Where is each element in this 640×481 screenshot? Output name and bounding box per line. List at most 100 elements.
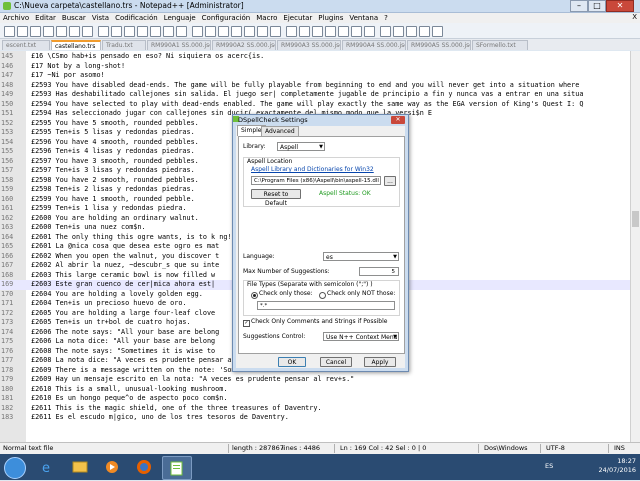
line-text[interactable]: £2611 This is the magic shield, one of t…: [31, 404, 322, 414]
line-text[interactable]: £2594 You have selected to play with dea…: [31, 100, 583, 110]
start-button-icon[interactable]: [4, 457, 26, 479]
tab-document[interactable]: SFormello.txt: [472, 40, 528, 50]
line-text[interactable]: £2604 You are holding a lovely golden eg…: [31, 290, 203, 300]
close-icon[interactable]: [56, 26, 67, 37]
tab-document[interactable]: Tradu.txt: [102, 40, 146, 50]
menu-item[interactable]: Configuración: [199, 13, 254, 23]
max-suggestions-field[interactable]: 5: [359, 267, 399, 276]
tab-document[interactable]: RM990A1 SS.000.json: [147, 40, 211, 50]
stop-macro-icon[interactable]: [364, 26, 375, 37]
close-document-button[interactable]: X: [632, 13, 637, 21]
language-select[interactable]: es ▼: [323, 252, 399, 261]
system-clock[interactable]: 18:27 24/07/2016: [599, 457, 636, 475]
menu-item[interactable]: Buscar: [59, 13, 89, 23]
print-icon[interactable]: [82, 26, 93, 37]
line-text[interactable]: £2600 You are holding an ordinary walnut…: [31, 214, 199, 224]
taskbar-notepadpp-icon[interactable]: [162, 456, 192, 480]
line-text[interactable]: £2600 Ten+is una nuez com$n.: [31, 223, 146, 233]
editor-line[interactable]: 179 £2609 Hay un mensaje escrito en la no…: [0, 375, 630, 385]
reset-default-button[interactable]: Reset to Default: [251, 189, 301, 207]
taskbar-media-icon[interactable]: [98, 456, 126, 478]
tab-advanced[interactable]: Advanced: [261, 126, 299, 136]
line-text[interactable]: £2605 Ten+is un tr+bol de cuatro hojas.: [31, 318, 191, 328]
menu-item[interactable]: Macro: [253, 13, 280, 23]
tab-document[interactable]: escent.txt: [2, 40, 50, 50]
line-text[interactable]: £2597 Ten+is 3 lisas y redondas piedras.: [31, 166, 195, 176]
ok-button[interactable]: OK: [278, 357, 306, 367]
taskbar-firefox-icon[interactable]: [130, 456, 158, 478]
check-comments-checkbox[interactable]: ✓: [243, 320, 250, 327]
record-macro-icon[interactable]: [351, 26, 362, 37]
line-text[interactable]: £2602 Al abrir la nuez, ~descubr_s que s…: [31, 261, 219, 271]
suggestions-control-select[interactable]: Use N++ Context Menu ▼: [323, 332, 399, 341]
line-text[interactable]: £2609 Hay un mensaje escrito en la nota:…: [31, 375, 354, 385]
show-all-chars-icon[interactable]: [257, 26, 268, 37]
line-text[interactable]: £2593 Has deshabilitado callejones sin s…: [31, 90, 583, 100]
editor-line[interactable]: 150 £2594 You have selected to play with …: [0, 100, 630, 110]
aspell-download-link[interactable]: Aspell Library and Dictionaries for Win3…: [251, 166, 374, 174]
taskbar-explorer-icon[interactable]: [66, 456, 94, 478]
tab-document[interactable]: RM990A4 SS.000.json: [342, 40, 406, 50]
close-all-icon[interactable]: [69, 26, 80, 37]
editor-line[interactable]: 181 £2610 Es un hongo peque^o de aspecto …: [0, 394, 630, 404]
file-types-field[interactable]: *.*: [257, 301, 395, 310]
zoom-out-icon[interactable]: [205, 26, 216, 37]
cancel-button[interactable]: Cancel: [320, 357, 352, 367]
line-text[interactable]: £2604 Ten+is un precioso huevo de oro.: [31, 299, 187, 309]
close-button[interactable]: ✕: [606, 0, 634, 12]
editor-line[interactable]: 180 £2610 This is a small, unusual-lookin…: [0, 385, 630, 395]
new-file-icon[interactable]: [4, 26, 15, 37]
save-icon[interactable]: [30, 26, 41, 37]
line-text[interactable]: £2610 This is a small, unusual-looking m…: [31, 385, 227, 395]
browse-button[interactable]: ...: [384, 176, 396, 186]
tab-active-document[interactable]: castellano.trs: [51, 40, 101, 50]
word-wrap-icon[interactable]: [244, 26, 255, 37]
line-text[interactable]: £2598 You have 2 smooth, rounded pebbles…: [31, 176, 199, 186]
doc-map-icon[interactable]: [299, 26, 310, 37]
play-macro-icon[interactable]: [380, 26, 391, 37]
line-text[interactable]: £2603 This large ceramic bowl is now fil…: [31, 271, 215, 281]
line-text[interactable]: £2606 La nota dice: "All your base are b…: [31, 337, 215, 347]
menu-item[interactable]: Editar: [32, 13, 59, 23]
line-text[interactable]: £2596 You have 4 smooth, rounded pebbles…: [31, 138, 199, 148]
monitor-icon[interactable]: [338, 26, 349, 37]
line-text[interactable]: £2595 You have 5 smooth, rounded pebbles…: [31, 119, 199, 129]
find-icon[interactable]: [163, 26, 174, 37]
line-text[interactable]: £2598 Ten+is 2 lisas y redondas piedras.: [31, 185, 195, 195]
line-text[interactable]: £2601 La @nica cosa que desea este ogro …: [31, 242, 219, 252]
redo-icon[interactable]: [150, 26, 161, 37]
lang-define-icon[interactable]: [286, 26, 297, 37]
tab-document[interactable]: RM990A3 SS.000.json: [277, 40, 341, 50]
open-file-icon[interactable]: [17, 26, 28, 37]
sync-h-icon[interactable]: [231, 26, 242, 37]
line-text[interactable]: £2606 The note says: "All your base are …: [31, 328, 219, 338]
line-text[interactable]: £2608 The note says: "Sometimes it is wi…: [31, 347, 215, 357]
scrollbar-thumb[interactable]: [632, 211, 639, 227]
editor-line[interactable]: 146 £17 Not by a long-shot!: [0, 62, 630, 72]
taskbar-ie-icon[interactable]: e: [34, 456, 62, 478]
line-text[interactable]: £2610 Es un hongo peque^o de aspecto poc…: [31, 394, 227, 404]
save-macro-icon[interactable]: [406, 26, 417, 37]
check-only-not-those-radio[interactable]: [319, 292, 326, 299]
menu-item[interactable]: Archivo: [0, 13, 32, 23]
editor-line[interactable]: 148 £2593 You have disabled dead-ends. Th…: [0, 81, 630, 91]
paste-icon[interactable]: [124, 26, 135, 37]
apply-button[interactable]: Apply: [364, 357, 396, 367]
line-text[interactable]: £2597 You have 3 smooth, rounded pebbles…: [31, 157, 199, 167]
dialog-close-button[interactable]: ✕: [391, 116, 405, 124]
replace-icon[interactable]: [176, 26, 187, 37]
play-multiple-icon[interactable]: [393, 26, 404, 37]
input-language-indicator[interactable]: ES: [545, 462, 553, 470]
line-text[interactable]: £2603 Este gran cuenco de cer|mica ahora…: [31, 280, 215, 290]
maximize-button[interactable]: □: [588, 0, 606, 12]
line-text[interactable]: £2602 When you open the walnut, you disc…: [31, 252, 219, 262]
save-all-icon[interactable]: [43, 26, 54, 37]
aspell-path-field[interactable]: C:\Program Files (x86)\Aspell\bin\aspell…: [251, 176, 381, 185]
line-text[interactable]: £2599 Ten+is 1 lisa y redondas piedra.: [31, 204, 187, 214]
menu-item[interactable]: Vista: [89, 13, 112, 23]
line-text[interactable]: £2593 You have disabled dead-ends. The g…: [31, 81, 579, 91]
line-text[interactable]: £2611 Es el escudo m|gico, uno de los tr…: [31, 413, 289, 423]
menu-item[interactable]: Plugins: [315, 13, 346, 23]
editor-line[interactable]: 147 £17 ~Ni por asomo!: [0, 71, 630, 81]
sync-v-icon[interactable]: [218, 26, 229, 37]
